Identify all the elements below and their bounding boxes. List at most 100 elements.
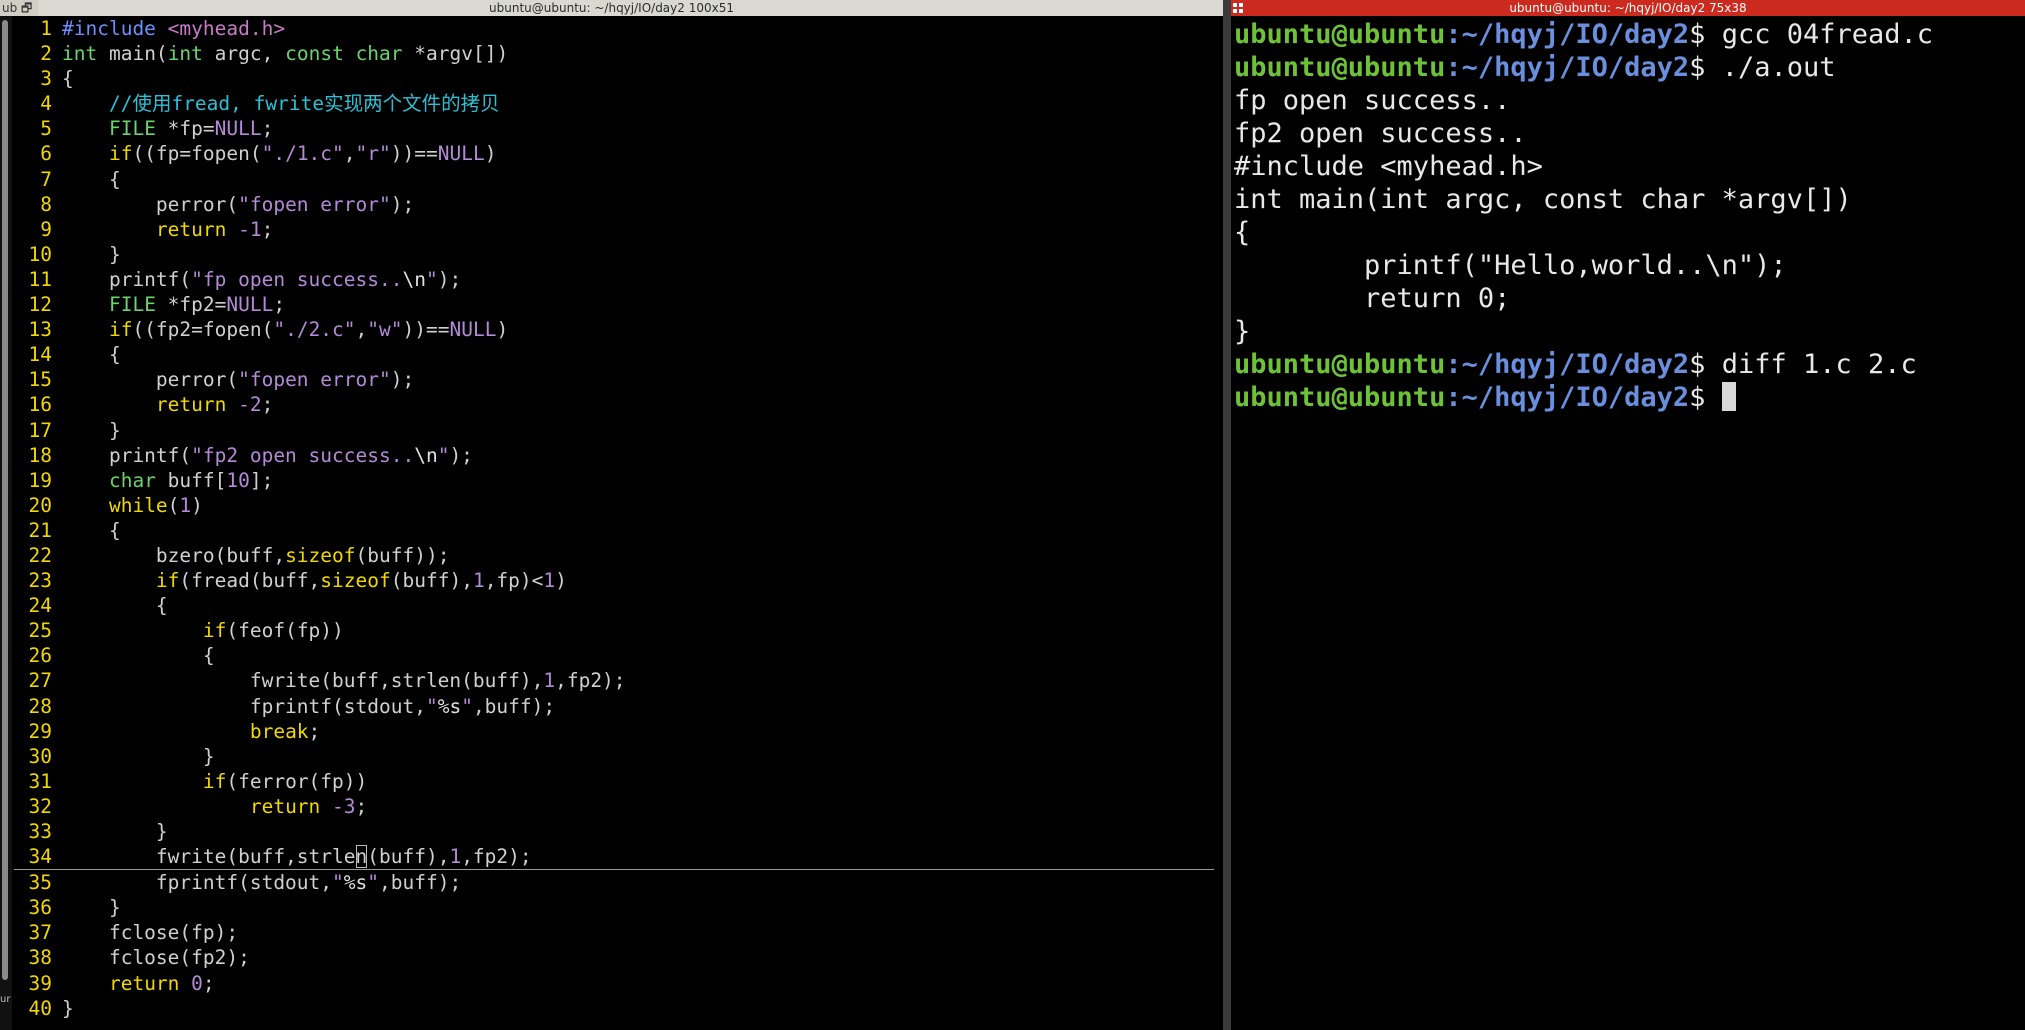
code-token: fwrite(buff,strle [62,845,356,869]
code-line[interactable]: 35 fprintf(stdout,"%s",buff); [14,870,1214,895]
code-line[interactable]: 40} [14,996,1214,1021]
code-token: , [355,318,368,342]
code-line[interactable]: 12 FILE *fp2=NULL; [14,292,1214,317]
code-line[interactable]: 30 } [14,744,1214,769]
code-line[interactable]: 22 bzero(buff,sizeof(buff)); [14,543,1214,568]
output-line: int main(int argc, const char *argv[]) [1234,183,1933,216]
code-line[interactable]: 3{ [14,66,1214,91]
code-line[interactable]: 27 fwrite(buff,strlen(buff),1,fp2); [14,668,1214,693]
line-number: 29 [28,719,52,743]
code-token: { [62,67,74,91]
code-line[interactable]: 2 int main(int argc, const char *argv[]) [14,41,1214,66]
code-token: " [367,871,380,895]
line-number: 16 [28,393,52,417]
code-token: "w" [367,318,403,342]
prompt-path: ~/hqyj/IO/day2 [1461,382,1690,413]
code-token: ,fp2); [461,845,532,869]
code-line[interactable]: 25 if(feof(fp)) [14,618,1214,643]
code-line[interactable]: 36 } [14,895,1214,920]
code-line[interactable]: 29 break; [14,719,1214,744]
code-token: return [108,971,180,995]
line-number: 36 [28,896,52,920]
code-line[interactable]: 10 } [14,242,1214,267]
code-token: "r" [355,142,391,166]
line-number: 23 [28,569,52,593]
code-line[interactable]: 14 { [14,342,1214,367]
code-line[interactable]: 28 fprintf(stdout,"%s",buff); [14,694,1214,719]
code-token: FILE [108,117,156,141]
code-token: ( [167,493,180,517]
code-line[interactable]: 26 { [14,643,1214,668]
line-number: 30 [28,744,52,768]
code-line[interactable]: 5 FILE *fp=NULL; [14,116,1214,141]
code-token: ) [496,318,509,342]
prompt-separator: : [1445,52,1462,83]
code-token: } [62,418,121,442]
code-line[interactable]: 13 if((fp2=fopen("./2.c","w"))==NULL) [14,317,1214,342]
code-token: "./2.c" [273,318,356,342]
code-line[interactable]: 24 { [14,593,1214,618]
code-token: int [167,42,203,66]
terminal-output[interactable]: ubuntu@ubuntu:~/hqyj/IO/day2$ gcc 04frea… [1234,18,1933,414]
code-token: buff[ [155,468,227,492]
prompt-line: ubuntu@ubuntu:~/hqyj/IO/day2$ gcc 04frea… [1234,18,1933,51]
left-side-label: ur [0,994,11,1005]
code-token: if [108,142,133,166]
right-window-titlebar[interactable]: ubuntu@ubuntu: ~/hqyj/IO/day2 75x38 [1231,0,2025,16]
line-number: 4 [40,92,52,116]
code-line[interactable]: 37 fclose(fp); [14,920,1214,945]
code-token: ,buff); [472,694,556,718]
code-line[interactable]: 1 #include <myhead.h> [14,16,1214,41]
code-token: ; [261,393,274,417]
output-text: fp2 open success.. [1234,118,1527,149]
code-token: ); [390,192,415,216]
terminal-cursor [1721,382,1736,411]
code-token: -1 [238,217,262,241]
code-token: printf( [62,443,192,467]
code-token: "fp open success.. [191,267,403,291]
code-line[interactable]: 17 } [14,418,1214,443]
code-line[interactable]: 19 char buff[10]; [14,468,1214,493]
code-token: 1 [543,669,556,693]
code-line[interactable]: 33 } [14,819,1214,844]
code-editor[interactable]: 1 #include <myhead.h> 2 int main(int argc, … [14,16,1214,1021]
code-line[interactable]: 6 if((fp=fopen("./1.c","r"))==NULL) [14,141,1214,166]
code-line[interactable]: 32 return -3; [14,794,1214,819]
code-token: -3 [332,794,356,818]
code-line[interactable]: 7 { [14,167,1214,192]
code-line[interactable]: 8 perror("fopen error"); [14,192,1214,217]
code-line[interactable]: 9 return -1; [14,217,1214,242]
code-line[interactable]: 18 printf("fp2 open success..\n"); [14,443,1214,468]
vim-terminal-window[interactable]: ub 🗗 ubuntu@ubuntu: ~/hqyj/IO/day2 100x5… [0,0,1223,1030]
code-line[interactable]: 15 perror("fopen error"); [14,367,1214,392]
left-scrollbar[interactable]: ur [0,16,12,1030]
left-window-titlebar[interactable]: ub 🗗 ubuntu@ubuntu: ~/hqyj/IO/day2 100x5… [0,0,1223,16]
left-scrollbar-thumb[interactable] [2,20,8,980]
code-token: ((fp=fopen( [132,142,262,166]
line-number: 37 [28,921,52,945]
code-token: \n [402,267,426,291]
code-line[interactable]: 34 fwrite(buff,strlen(buff),1,fp2); [14,844,1214,871]
code-line[interactable]: 31 if(ferror(fp)) [14,769,1214,794]
code-line[interactable]: 21 { [14,518,1214,543]
code-token: { [62,644,215,668]
code-line[interactable]: 23 if(fread(buff,sizeof(buff),1,fp)<1) [14,568,1214,593]
shell-terminal-window[interactable]: ubuntu@ubuntu: ~/hqyj/IO/day2 75x38 ubun… [1231,0,2025,1030]
output-line: return 0; [1234,282,1933,315]
code-line[interactable]: 38 fclose(fp2); [14,945,1214,970]
code-line[interactable]: 16 return -2; [14,392,1214,417]
code-line[interactable]: 4 //使用fread, fwrite实现两个文件的拷贝 [14,91,1214,116]
code-token: fclose(fp2); [62,946,250,970]
code-line[interactable]: 11 printf("fp open success..\n"); [14,267,1214,292]
code-token: { [62,594,168,618]
code-line[interactable]: 20 while(1) [14,493,1214,518]
code-line[interactable]: 39 return 0; [14,971,1214,996]
line-number: 15 [28,368,52,392]
